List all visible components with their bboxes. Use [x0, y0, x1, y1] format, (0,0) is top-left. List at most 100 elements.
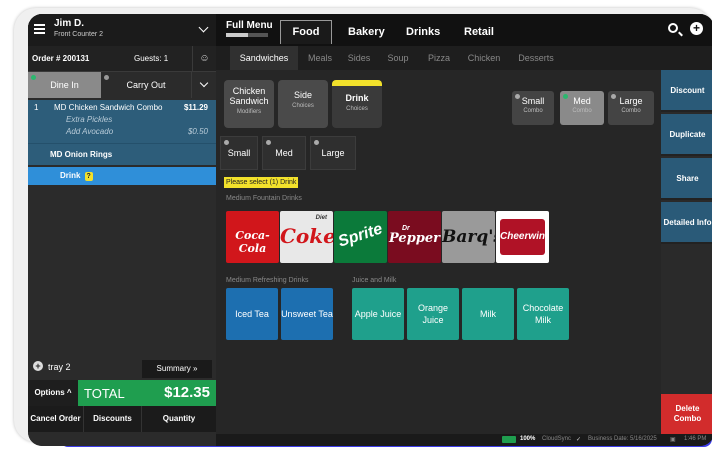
- tab-bakery[interactable]: Bakery: [348, 26, 385, 38]
- drink-orange-juice[interactable]: Orange Juice: [407, 288, 459, 340]
- drink-iced-tea[interactable]: Iced Tea: [226, 288, 278, 340]
- battery-level: 100%: [520, 436, 536, 442]
- unselected-dot-icon: [611, 94, 616, 99]
- options-button[interactable]: Options ^: [28, 380, 78, 406]
- calendar-icon: ▣: [670, 437, 676, 443]
- subtab-meals[interactable]: Meals: [302, 46, 338, 70]
- sprite-logo[interactable]: Sprite: [334, 211, 387, 263]
- battery-icon: [502, 436, 516, 443]
- modifier-group-side[interactable]: Side Choices: [278, 80, 328, 128]
- tab-retail[interactable]: Retail: [464, 26, 494, 38]
- sync-check-icon: ✓: [576, 437, 582, 443]
- add-icon[interactable]: +: [690, 22, 703, 35]
- drink-apple-juice[interactable]: Apple Juice: [352, 288, 404, 340]
- drink-chocolate-milk[interactable]: Chocolate Milk: [517, 288, 569, 340]
- total-row: Options ^ TOTAL $12.35: [28, 380, 216, 406]
- modifier-name: Extra Pickles: [66, 115, 113, 124]
- modifier-line: Add Avocado $0.50: [32, 127, 212, 139]
- subtab-chicken[interactable]: Chicken: [464, 46, 504, 70]
- drink-size-med[interactable]: Med: [262, 136, 306, 170]
- order-number: Order # 200131: [32, 54, 90, 63]
- quantity-button[interactable]: Quantity: [142, 406, 216, 432]
- unselected-dot-icon: [515, 94, 520, 99]
- modifier-group-drink[interactable]: Drink Choices: [332, 80, 382, 128]
- modifier-group-title: Side: [293, 90, 312, 100]
- tab-label: Carry Out: [126, 80, 166, 90]
- dr-pepper-logo[interactable]: Dr Pepper: [388, 211, 441, 263]
- subtab-desserts[interactable]: Desserts: [512, 46, 560, 70]
- duplicate-button[interactable]: Duplicate: [661, 114, 712, 156]
- item-name: MD Chicken Sandwich Combo: [54, 103, 163, 112]
- selected-dot-icon: [31, 75, 36, 80]
- pending-item-label: Drink: [60, 171, 81, 180]
- modifier-group-title: Chicken Sandwich: [229, 86, 269, 106]
- modifier-group-title: Drink: [345, 93, 369, 103]
- detailed-info-button[interactable]: Detailed Info: [661, 202, 712, 244]
- barqs-logo[interactable]: Barq's: [442, 211, 495, 263]
- options-label: Options: [34, 388, 65, 397]
- subcategory-bar: Sandwiches Meals Sides Soup Pizza Chicke…: [216, 46, 712, 70]
- combo-size-med[interactable]: Med Combo: [560, 91, 604, 125]
- subtab-pizza[interactable]: Pizza: [422, 46, 456, 70]
- pending-drink-item[interactable]: Drink ?: [28, 167, 216, 185]
- chevron-down-icon[interactable]: [198, 22, 209, 33]
- sub-item[interactable]: MD Onion Rings: [28, 143, 216, 165]
- summary-button[interactable]: Summary »: [142, 360, 212, 378]
- user-name: Jim D.: [54, 18, 85, 29]
- drink-size-small[interactable]: Small: [220, 136, 258, 170]
- modifier-name: Add Avocado: [66, 127, 114, 136]
- modifier-group-sub: Modifiers: [236, 109, 262, 115]
- modifier-group-sub: Choices: [292, 103, 314, 109]
- tray-label[interactable]: tray 2: [48, 362, 71, 372]
- tab-dine-in[interactable]: Dine In: [28, 72, 101, 98]
- drink-milk[interactable]: Milk: [462, 288, 514, 340]
- cheerwine-logo[interactable]: Cheerwine: [496, 211, 549, 263]
- drink-size-label: Large: [321, 148, 345, 158]
- order-type-tabs: Dine In Carry Out: [28, 72, 216, 98]
- section-label-refreshing: Medium Refreshing Drinks: [226, 277, 309, 284]
- selected-dot-icon: [563, 94, 568, 99]
- order-item[interactable]: 1 MD Chicken Sandwich Combo $11.29 Extra…: [28, 100, 216, 143]
- combo-size-small[interactable]: Small Combo: [512, 91, 554, 125]
- item-qty: 1: [34, 103, 39, 112]
- order-actions: Cancel Order Discounts Quantity: [28, 406, 216, 432]
- unselected-dot-icon: [314, 140, 319, 145]
- cancel-order-button[interactable]: Cancel Order: [28, 406, 84, 432]
- order-type-dropdown[interactable]: [191, 72, 216, 98]
- double-chevron-up-icon: »: [193, 364, 198, 373]
- diet-coke-logo[interactable]: Diet Coke: [280, 211, 333, 263]
- full-menu-label[interactable]: Full Menu: [226, 20, 273, 31]
- summary-label: Summary: [156, 364, 191, 373]
- search-icon[interactable]: [668, 23, 678, 33]
- menu-content: Chicken Sandwich Modifiers Side Choices …: [216, 70, 661, 434]
- guest-edit-icon[interactable]: ☺: [192, 46, 216, 72]
- subtab-sides[interactable]: Sides: [342, 46, 376, 70]
- menu-icon[interactable]: [34, 24, 45, 34]
- unselected-dot-icon: [104, 75, 109, 80]
- selection-prompt: Please select (1) Drink: [224, 177, 299, 188]
- delete-combo-button[interactable]: Delete Combo: [661, 394, 712, 434]
- drink-size-large[interactable]: Large: [310, 136, 356, 170]
- subtab-sandwiches[interactable]: Sandwiches: [230, 46, 298, 70]
- tab-carry-out[interactable]: Carry Out: [101, 72, 191, 98]
- share-button[interactable]: Share: [661, 158, 712, 200]
- add-tray-icon[interactable]: +: [33, 361, 43, 371]
- guest-count[interactable]: Guests: 1: [134, 54, 168, 63]
- combo-size-sub: Combo: [523, 108, 543, 114]
- discounts-button[interactable]: Discounts: [84, 406, 142, 432]
- combo-size-large[interactable]: Large Combo: [608, 91, 654, 125]
- coca-cola-logo[interactable]: Coca-Cola: [226, 211, 279, 263]
- category-bar: Full Menu Food Bakery Drinks Retail +: [216, 14, 712, 46]
- subtab-soup[interactable]: Soup: [382, 46, 414, 70]
- discount-button[interactable]: Discount: [661, 70, 712, 112]
- modifier-price: $0.50: [187, 127, 208, 136]
- drink-unsweet-tea[interactable]: Unsweet Tea: [281, 288, 333, 340]
- drink-size-label: Med: [275, 148, 293, 158]
- combo-size-sub: Combo: [572, 108, 592, 114]
- tab-food[interactable]: Food: [280, 20, 332, 44]
- order-items: 1 MD Chicken Sandwich Combo $11.29 Extra…: [28, 100, 216, 185]
- side-action-bar: Discount Duplicate Share Detailed Info D…: [661, 70, 712, 446]
- tab-drinks[interactable]: Drinks: [406, 26, 440, 38]
- modifier-group-chicken-sandwich[interactable]: Chicken Sandwich Modifiers: [224, 80, 274, 128]
- business-date: Business Date: 5/16/2025: [588, 436, 657, 442]
